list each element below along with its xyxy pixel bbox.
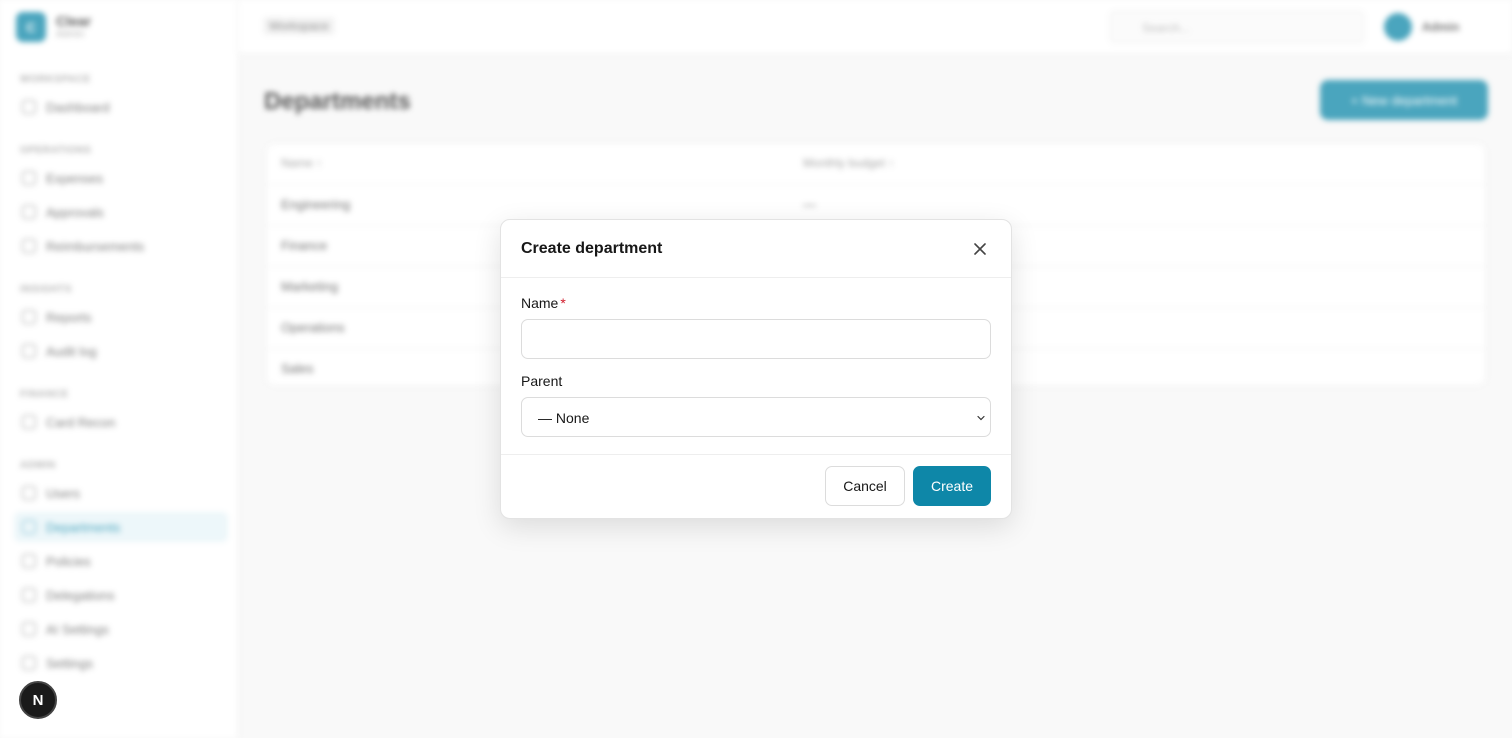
create-button[interactable]: Create — [913, 466, 991, 506]
name-label: Name * — [521, 295, 566, 311]
close-icon[interactable] — [971, 240, 989, 258]
dialog-header: Create department — [501, 220, 1011, 278]
dialog-divider — [501, 454, 1011, 455]
parent-select[interactable]: — None — [521, 397, 991, 437]
parent-label: Parent — [521, 373, 563, 389]
required-mark: * — [560, 295, 566, 311]
department-name-input[interactable] — [521, 319, 991, 359]
parent-select-value: — None — [538, 410, 590, 426]
dialog-title: Create department — [521, 240, 663, 257]
dev-tools-button[interactable]: N — [19, 681, 57, 719]
chevron-down-icon — [977, 415, 985, 421]
create-department-dialog: Create department Name * Parent — None Ca… — [500, 219, 1012, 519]
cancel-button[interactable]: Cancel — [825, 466, 905, 506]
